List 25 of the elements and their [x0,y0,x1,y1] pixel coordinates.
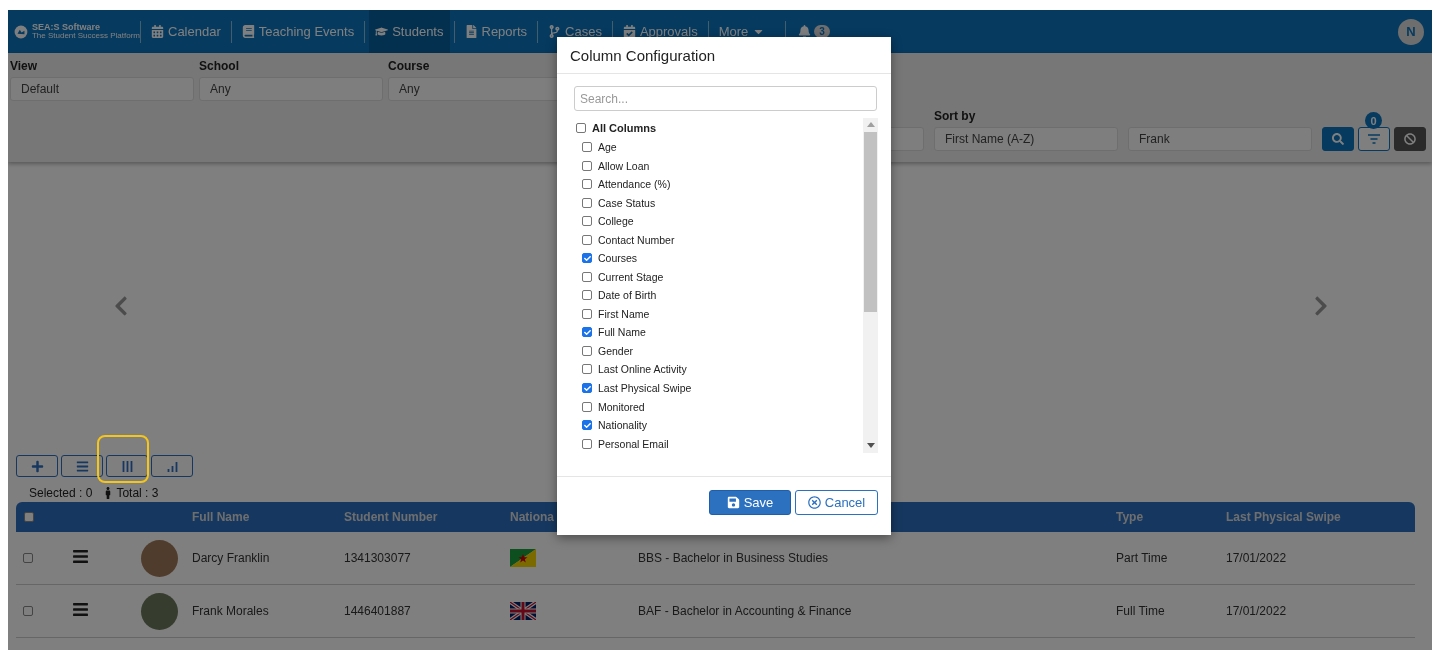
table-cell-text: Frank Morales [192,604,270,618]
filter-count-badge: 0 [1365,112,1382,129]
filter-label: View [10,59,39,73]
table-cell-text: Full Time [1116,604,1166,618]
column-header: Full Name [192,510,251,524]
filter-label: Sort by [934,109,977,123]
column-header: Nationa [510,510,555,524]
table-cell-text: Part Time [1116,551,1169,565]
column-header: Type [1116,510,1145,524]
column-header: Last Physical Swipe [1226,510,1342,524]
table-cell-text: 17/01/2022 [1226,604,1288,618]
dialog-title: Column Configuration [557,37,891,74]
selected-count: Selected : 0 [29,486,93,500]
logo-text: SEA:S Software [31,23,101,32]
table-cell-text: BBS - Bachelor in Business Studies [638,551,830,565]
column-header: Student Number [344,510,439,524]
table-cell-text: 1341303077 [344,551,412,565]
table-cell-text: Darcy Franklin [192,551,271,565]
logo-tagline: The Student Success Platform [31,32,140,40]
total-count: Total : 3 [116,486,159,500]
filter-label: School [199,59,240,73]
table-cell-text: 1446401887 [344,604,412,618]
filter-label: Course [388,59,431,73]
table-cell-text: 17/01/2022 [1226,551,1288,565]
table-cell-text: BAF - Bachelor in Accounting & Finance [638,604,853,618]
